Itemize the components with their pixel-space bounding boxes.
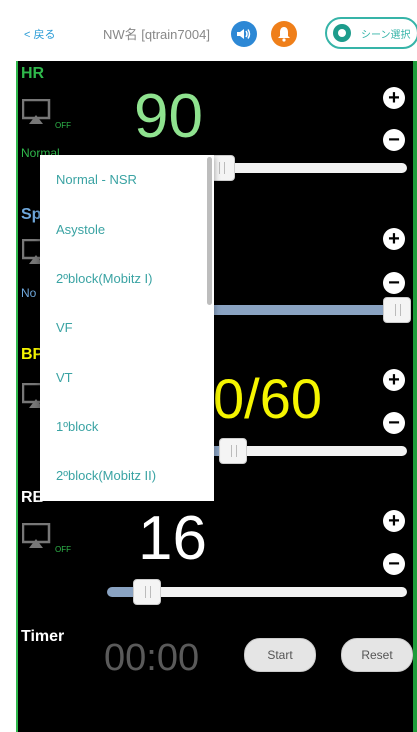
right-border bbox=[413, 61, 417, 732]
dropdown-scrollbar[interactable] bbox=[207, 157, 212, 305]
scene-select-button[interactable]: シーン選択 bbox=[325, 17, 417, 49]
bp-minus-button[interactable]: − bbox=[383, 412, 405, 434]
resp-off-label: OFF bbox=[55, 545, 71, 554]
reset-button[interactable]: Reset bbox=[341, 638, 413, 672]
resp-slider-track bbox=[145, 587, 407, 597]
resp-airplay-icon[interactable] bbox=[22, 523, 54, 549]
rhythm-option-mobitz1[interactable]: 2ºblock(Mobitz I) bbox=[56, 271, 153, 286]
spo2-plus-button[interactable]: + bbox=[383, 228, 405, 250]
spo2-minus-button[interactable]: − bbox=[383, 272, 405, 294]
timer-value: 00:00 bbox=[104, 637, 200, 679]
rhythm-option-mobitz2[interactable]: 2ºblock(Mobitz II) bbox=[56, 468, 156, 483]
resp-slider[interactable] bbox=[107, 579, 407, 605]
rhythm-option-nsr[interactable]: Normal - NSR bbox=[56, 172, 137, 187]
resp-minus-button[interactable]: − bbox=[383, 553, 405, 575]
hr-plus-button[interactable]: + bbox=[383, 87, 405, 109]
spo2-status: No bbox=[21, 286, 37, 300]
rhythm-option-1block[interactable]: 1ºblock bbox=[56, 419, 98, 434]
volume-icon bbox=[237, 29, 251, 39]
bp-value: 0/60 bbox=[213, 367, 322, 430]
rhythm-option-vt[interactable]: VT bbox=[56, 370, 73, 385]
bp-slider-thumb[interactable] bbox=[219, 438, 247, 464]
network-title: NW名 [qtrain7004] bbox=[103, 27, 210, 42]
header-bar: < 戻る NW名 [qtrain7004] シーン選択 bbox=[18, 0, 417, 68]
alert-button[interactable] bbox=[271, 21, 297, 47]
bell-icon bbox=[278, 27, 290, 42]
volume-button[interactable] bbox=[231, 21, 257, 47]
bp-slider-track bbox=[231, 446, 407, 456]
timer-label: Timer bbox=[21, 628, 65, 645]
rhythm-option-vf[interactable]: VF bbox=[56, 320, 73, 335]
scene-select-label: シーン選択 bbox=[361, 30, 411, 41]
hr-label: HR bbox=[21, 65, 45, 82]
hr-value: 90 bbox=[134, 82, 203, 151]
resp-value: 16 bbox=[138, 504, 207, 573]
back-link[interactable]: < 戻る bbox=[24, 26, 55, 42]
rhythm-dropdown: Normal - NSR Asystole 2ºblock(Mobitz I) … bbox=[40, 155, 214, 501]
radio-icon bbox=[333, 24, 351, 42]
start-button[interactable]: Start bbox=[244, 638, 316, 672]
hr-airplay-icon[interactable] bbox=[22, 99, 54, 125]
spo2-label: Sp bbox=[21, 206, 42, 223]
left-border bbox=[16, 61, 18, 732]
spo2-slider-thumb[interactable] bbox=[383, 297, 411, 323]
resp-slider-thumb[interactable] bbox=[133, 579, 161, 605]
rhythm-option-asystole[interactable]: Asystole bbox=[56, 222, 105, 237]
hr-minus-button[interactable]: − bbox=[383, 129, 405, 151]
resp-plus-button[interactable]: + bbox=[383, 510, 405, 532]
bp-plus-button[interactable]: + bbox=[383, 369, 405, 391]
hr-off-label: OFF bbox=[55, 121, 71, 130]
hr-slider-track bbox=[219, 163, 407, 173]
